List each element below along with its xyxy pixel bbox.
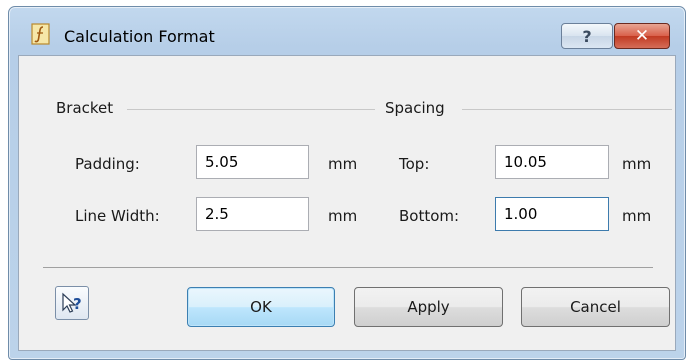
line-width-label: Line Width: [75, 207, 160, 225]
context-help-button[interactable]: ? [55, 286, 89, 320]
dialog-window: Calculation Format ? ✕ Bracket Padding: … [8, 6, 686, 360]
button-row-separator [43, 267, 653, 268]
spacing-group-heading: Spacing [385, 99, 445, 117]
bottom-unit: mm [622, 207, 652, 225]
window-title: Calculation Format [64, 27, 215, 46]
apply-button[interactable]: Apply [354, 287, 503, 327]
padding-label: Padding: [75, 155, 140, 173]
help-pointer-icon: ? [62, 292, 82, 313]
padding-unit: mm [328, 155, 358, 173]
top-label: Top: [399, 155, 430, 173]
titlebar-close-button[interactable]: ✕ [614, 23, 670, 49]
formula-app-icon [31, 23, 50, 45]
close-icon: ✕ [634, 26, 650, 46]
bottom-label: Bottom: [399, 207, 460, 225]
question-mark-icon: ? [582, 26, 592, 46]
dialog-content: Bracket Padding: 5.05 mm Line Width: 2.5… [18, 55, 676, 351]
bracket-group-heading: Bracket [56, 99, 114, 117]
bottom-spacing-input[interactable]: 1.00 [495, 197, 609, 231]
bracket-group-divider [127, 109, 375, 110]
titlebar-help-button[interactable]: ? [561, 23, 613, 49]
line-width-unit: mm [328, 207, 358, 225]
svg-text:?: ? [73, 295, 82, 313]
ok-button[interactable]: OK [187, 287, 335, 327]
title-bar[interactable]: Calculation Format ? ✕ [9, 7, 685, 55]
top-unit: mm [622, 155, 652, 173]
spacing-group-divider [462, 109, 672, 110]
top-spacing-input[interactable]: 10.05 [495, 145, 609, 179]
padding-input[interactable]: 5.05 [196, 145, 309, 179]
cancel-button[interactable]: Cancel [521, 287, 670, 327]
line-width-input[interactable]: 2.5 [196, 197, 309, 231]
